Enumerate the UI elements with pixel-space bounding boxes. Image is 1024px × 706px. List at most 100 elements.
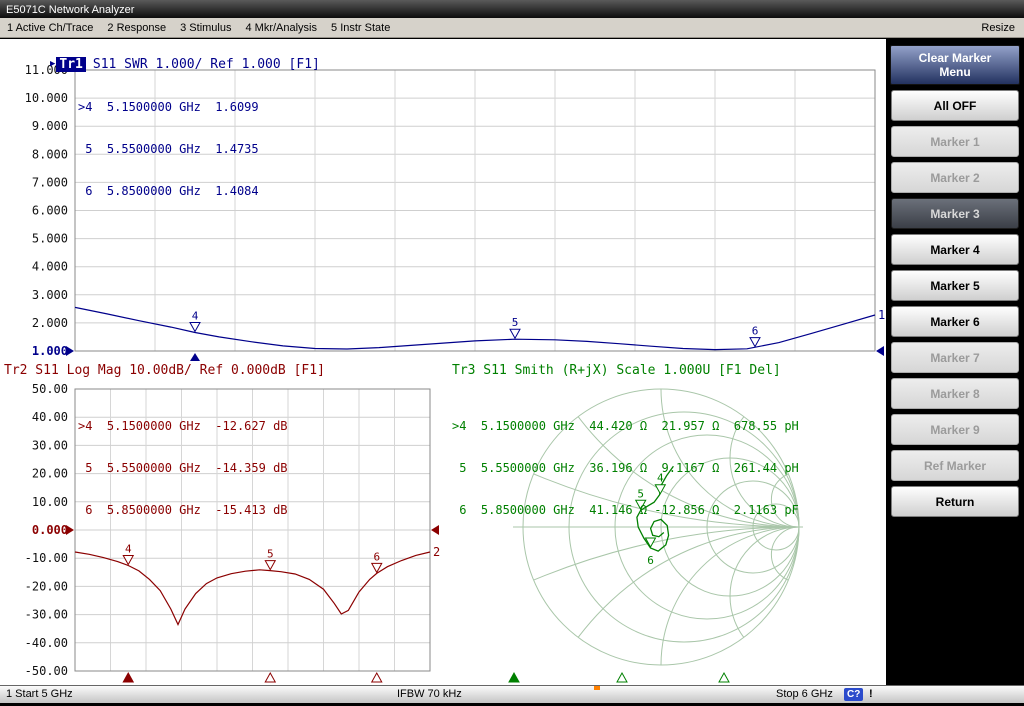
marker-5-symbol[interactable]	[510, 329, 520, 338]
y-axis-tick: 3.000	[32, 288, 68, 302]
y-axis-tick: 6.000	[32, 204, 68, 218]
softkey-menu-title: Clear Marker Menu	[890, 45, 1020, 85]
y-axis-tick: 2.000	[32, 316, 68, 330]
y-axis-tick: 4.000	[32, 260, 68, 274]
menu-item-2[interactable]: 2 Response	[100, 22, 173, 34]
titlebar[interactable]: E5071C Network Analyzer	[0, 0, 1024, 18]
trace3-header: Tr3 S11 Smith (R+jX) Scale 1.000U [F1 De…	[452, 363, 781, 378]
softkey-marker-2[interactable]: Marker 2	[891, 162, 1019, 193]
active-marker-stimulus[interactable]	[190, 353, 200, 361]
softkey-marker-7[interactable]: Marker 7	[891, 342, 1019, 373]
marker-4-symbol[interactable]	[123, 556, 133, 565]
trace-end-label: 1	[878, 308, 885, 322]
y-axis-tick: 5.000	[32, 232, 68, 246]
y-axis-tick: -30.00	[25, 608, 68, 622]
status-alert: !	[869, 688, 873, 700]
trace-end-label: 2	[433, 545, 440, 559]
app-window: E5071C Network Analyzer 1 Active Ch/Trac…	[0, 0, 1024, 706]
stimulus-marker[interactable]	[372, 673, 382, 682]
marker-4-label: 4	[192, 309, 199, 322]
stimulus-marker[interactable]	[123, 673, 133, 682]
softkey-return[interactable]: Return	[891, 486, 1019, 517]
softkey-buttons: All OFF Marker 1 Marker 2 Marker 3 Marker 4 M…	[886, 90, 1024, 517]
y-axis-tick: -40.00	[25, 636, 68, 650]
marker-4-symbol[interactable]	[190, 322, 200, 331]
y-axis-tick: 20.00	[32, 467, 68, 481]
status-ifbw: IFBW 70 kHz	[397, 688, 462, 700]
trace1-title: S11 SWR 1.000/ Ref 1.000 [F1]	[93, 57, 320, 72]
marker-6-label: 6	[373, 550, 380, 563]
smith-reactance-arc	[109, 527, 886, 685]
trace3-marker-table: >4 5.1500000 GHz 44.420 Ω 21.957 Ω 678.5…	[452, 391, 799, 545]
menu-item-4[interactable]: 4 Mkr/Analysis	[238, 22, 324, 34]
menu-item-3[interactable]: 3 Stimulus	[173, 22, 238, 34]
menubar: 1 Active Ch/Trace2 Response3 Stimulus4 M…	[0, 18, 1024, 38]
marker-row: 5 5.5500000 GHz 1.4735	[78, 142, 259, 156]
ref-level-pointer-left	[66, 346, 74, 356]
ref-level-pointer-right	[431, 525, 439, 535]
y-axis-tick: 10.00	[32, 495, 68, 509]
softkey-marker-5[interactable]: Marker 5	[891, 270, 1019, 301]
marker-6-label: 6	[647, 554, 654, 567]
y-axis-tick: 8.000	[32, 147, 68, 161]
y-axis-tick: -50.00	[25, 664, 68, 678]
marker-5-label: 5	[512, 316, 519, 329]
status-orange-tick	[594, 686, 600, 690]
smith-reactance-arc	[523, 527, 886, 685]
marker-row: >4 5.1500000 GHz -12.627 dB	[78, 419, 288, 433]
marker-6-symbol[interactable]	[750, 338, 760, 347]
trace2-marker-table: >4 5.1500000 GHz -12.627 dB 5 5.5500000 …	[78, 391, 288, 545]
marker-row: 5 5.5500000 GHz 36.196 Ω 9.1167 Ω 261.44…	[452, 461, 799, 475]
y-axis-tick: -20.00	[25, 579, 68, 593]
stimulus-marker[interactable]	[617, 673, 627, 682]
menu-item-5[interactable]: 5 Instr State	[324, 22, 397, 34]
y-axis-tick: 9.000	[32, 119, 68, 133]
y-axis-tick: -10.00	[25, 551, 68, 565]
softkey-ref-marker[interactable]: Ref Marker	[891, 450, 1019, 481]
status-cal-badge: C?	[844, 688, 863, 701]
menu-item-1[interactable]: 1 Active Ch/Trace	[0, 22, 100, 34]
ref-level-pointer-right	[876, 346, 884, 356]
trace1-marker-table: >4 5.1500000 GHz 1.6099 5 5.5500000 GHz …	[78, 72, 259, 226]
softkey-marker-3[interactable]: Marker 3	[891, 198, 1019, 229]
stimulus-marker[interactable]	[509, 673, 519, 682]
marker-row: 6 5.8500000 GHz 41.146 Ω -12.856 Ω 2.116…	[452, 503, 799, 517]
softkey-marker-8[interactable]: Marker 8	[891, 378, 1019, 409]
window-title: E5071C Network Analyzer	[0, 1, 134, 19]
stimulus-marker[interactable]	[719, 673, 729, 682]
y-axis-tick: 40.00	[32, 410, 68, 424]
softkey-marker-1[interactable]: Marker 1	[891, 126, 1019, 157]
y-axis-tick: 50.00	[32, 382, 68, 396]
y-axis-tick: 1.000	[32, 344, 68, 358]
marker-row: 6 5.8500000 GHz -15.413 dB	[78, 503, 288, 517]
trace1-badge[interactable]: Tr1	[56, 57, 85, 72]
marker-row: >4 5.1500000 GHz 1.6099	[78, 100, 259, 114]
resize-button[interactable]: Resize	[972, 22, 1024, 34]
marker-5-label: 5	[267, 548, 274, 561]
softkey-marker-6[interactable]: Marker 6	[891, 306, 1019, 337]
ref-level-pointer-left	[66, 525, 74, 535]
smith-reactance-arc	[730, 527, 868, 665]
status-stop-frequency: Stop 6 GHz	[776, 688, 833, 700]
softkey-marker-9[interactable]: Marker 9	[891, 414, 1019, 445]
marker-row: 6 5.8500000 GHz 1.4084	[78, 184, 259, 198]
y-axis-tick: 0.000	[32, 523, 68, 537]
stimulus-marker-row	[123, 673, 729, 682]
status-start-frequency: 1 Start 5 GHz	[6, 688, 73, 700]
active-trace-arrow-icon: ▶	[50, 59, 55, 69]
softkey-panel: Clear Marker Menu All OFF Marker 1 Marker …	[886, 39, 1024, 685]
marker-6-label: 6	[752, 325, 759, 338]
marker-row: >4 5.1500000 GHz 44.420 Ω 21.957 Ω 678.5…	[452, 419, 799, 433]
marker-row: 5 5.5500000 GHz -14.359 dB	[78, 461, 288, 475]
menu-items: 1 Active Ch/Trace2 Response3 Stimulus4 M…	[0, 22, 397, 34]
statusbar: 1 Start 5 GHz IFBW 70 kHz Stop 6 GHz C? …	[0, 685, 1024, 703]
trace2-header: Tr2 S11 Log Mag 10.00dB/ Ref 0.000dB [F1…	[4, 363, 325, 378]
stimulus-marker[interactable]	[265, 673, 275, 682]
marker-5-symbol[interactable]	[265, 561, 275, 570]
y-axis-tick: 30.00	[32, 438, 68, 452]
y-axis-tick: 7.000	[32, 175, 68, 189]
y-axis-tick: 10.000	[25, 91, 68, 105]
softkey-marker-4[interactable]: Marker 4	[891, 234, 1019, 265]
softkey-all-off[interactable]: All OFF	[891, 90, 1019, 121]
trace-pane: 1 1.000 10.000 9.000 8.000 7.000 6.000 5.000 4.0…	[0, 39, 886, 685]
